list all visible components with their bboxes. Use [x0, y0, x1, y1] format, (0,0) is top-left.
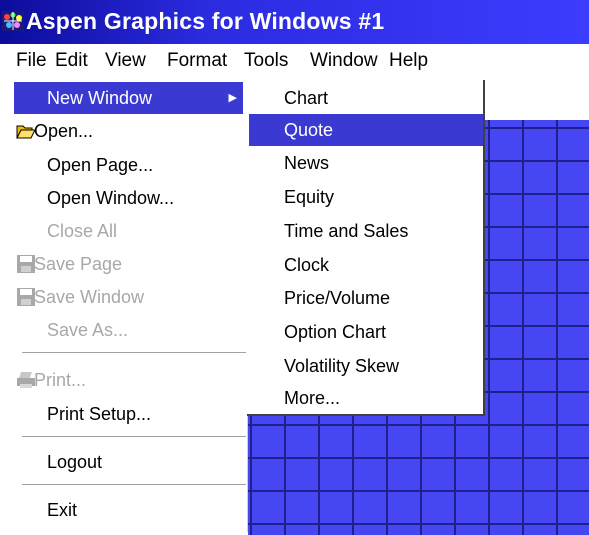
file-menu: New Window ▶ Open... Open Page... Open W…	[10, 80, 248, 532]
menu-tools[interactable]: Tools	[240, 48, 292, 74]
file-menu-label: Print Setup...	[47, 404, 152, 424]
menu-edit[interactable]: Edit	[51, 48, 92, 74]
menu-format[interactable]: Format	[163, 48, 231, 74]
submenu-arrow-icon: ▶	[228, 92, 237, 104]
submenu-label: Volatility Skew	[284, 356, 400, 376]
file-menu-open[interactable]: Open...	[14, 115, 243, 147]
save-disk-icon	[17, 288, 35, 306]
submenu-option-chart[interactable]: Option Chart	[249, 316, 483, 348]
save-disk-icon	[17, 255, 35, 273]
aspen-app-icon	[2, 11, 24, 31]
file-menu-print-setup[interactable]: Print Setup...	[14, 398, 243, 430]
submenu-label: Quote	[284, 120, 334, 140]
submenu-clock[interactable]: Clock	[249, 249, 483, 281]
file-menu-label: Open...	[34, 121, 94, 141]
file-menu-new-window[interactable]: New Window ▶	[14, 82, 243, 114]
file-menu-close-all[interactable]: Close All	[14, 215, 243, 247]
submenu-volatility-skew[interactable]: Volatility Skew	[249, 350, 483, 382]
menu-bar: File Edit View Format Tools Window Help	[0, 44, 589, 80]
submenu-quote[interactable]: Quote	[249, 114, 483, 146]
printer-icon	[17, 372, 35, 388]
submenu-price-volume[interactable]: Price/Volume	[249, 282, 483, 314]
submenu-label: Price/Volume	[284, 288, 391, 308]
submenu-equity[interactable]: Equity	[249, 181, 483, 213]
file-menu-save-as[interactable]: Save As...	[14, 314, 243, 346]
submenu-label: Chart	[284, 88, 329, 108]
file-menu-save-window[interactable]: Save Window	[14, 281, 243, 313]
file-menu-label: Save As...	[47, 320, 129, 340]
menu-separator	[22, 436, 246, 438]
file-menu-label: New Window	[47, 88, 153, 108]
file-menu-save-page[interactable]: Save Page	[14, 248, 243, 280]
file-menu-label: Save Page	[34, 254, 123, 274]
new-window-submenu: Chart Quote News Equity Time and Sales C…	[247, 80, 485, 416]
menu-separator	[22, 352, 246, 354]
submenu-chart[interactable]: Chart	[249, 82, 483, 114]
file-menu-label: Print...	[34, 370, 87, 390]
file-menu-logout[interactable]: Logout	[14, 446, 243, 478]
file-menu-open-window[interactable]: Open Window...	[14, 182, 243, 214]
menu-view[interactable]: View	[101, 48, 150, 74]
menu-separator	[22, 484, 246, 486]
submenu-label: Time and Sales	[284, 221, 409, 241]
submenu-label: More...	[284, 388, 341, 408]
file-menu-print[interactable]: Print...	[14, 364, 243, 396]
title-bar[interactable]: Aspen Graphics for Windows #1	[0, 0, 589, 44]
submenu-news[interactable]: News	[249, 147, 483, 179]
submenu-label: Option Chart	[284, 322, 387, 342]
submenu-more[interactable]: More...	[249, 382, 483, 414]
submenu-label: News	[284, 153, 330, 173]
menu-help[interactable]: Help	[385, 48, 432, 74]
file-menu-label: Open Window...	[47, 188, 175, 208]
menu-window[interactable]: Window	[306, 48, 382, 74]
window-toolbar-strip	[488, 80, 589, 121]
submenu-time-and-sales[interactable]: Time and Sales	[249, 215, 483, 247]
submenu-label: Clock	[284, 255, 330, 275]
file-menu-label: Exit	[47, 500, 78, 520]
menu-file[interactable]: File	[12, 48, 51, 74]
file-menu-open-page[interactable]: Open Page...	[14, 149, 243, 181]
file-menu-label: Logout	[47, 452, 103, 472]
file-menu-exit[interactable]: Exit	[14, 494, 243, 526]
file-menu-label: Save Window	[34, 287, 145, 307]
window-title: Aspen Graphics for Windows #1	[26, 8, 385, 34]
file-menu-label: Close All	[47, 221, 118, 241]
file-menu-label: Open Page...	[47, 155, 154, 175]
open-folder-icon	[16, 125, 36, 139]
submenu-label: Equity	[284, 187, 335, 207]
